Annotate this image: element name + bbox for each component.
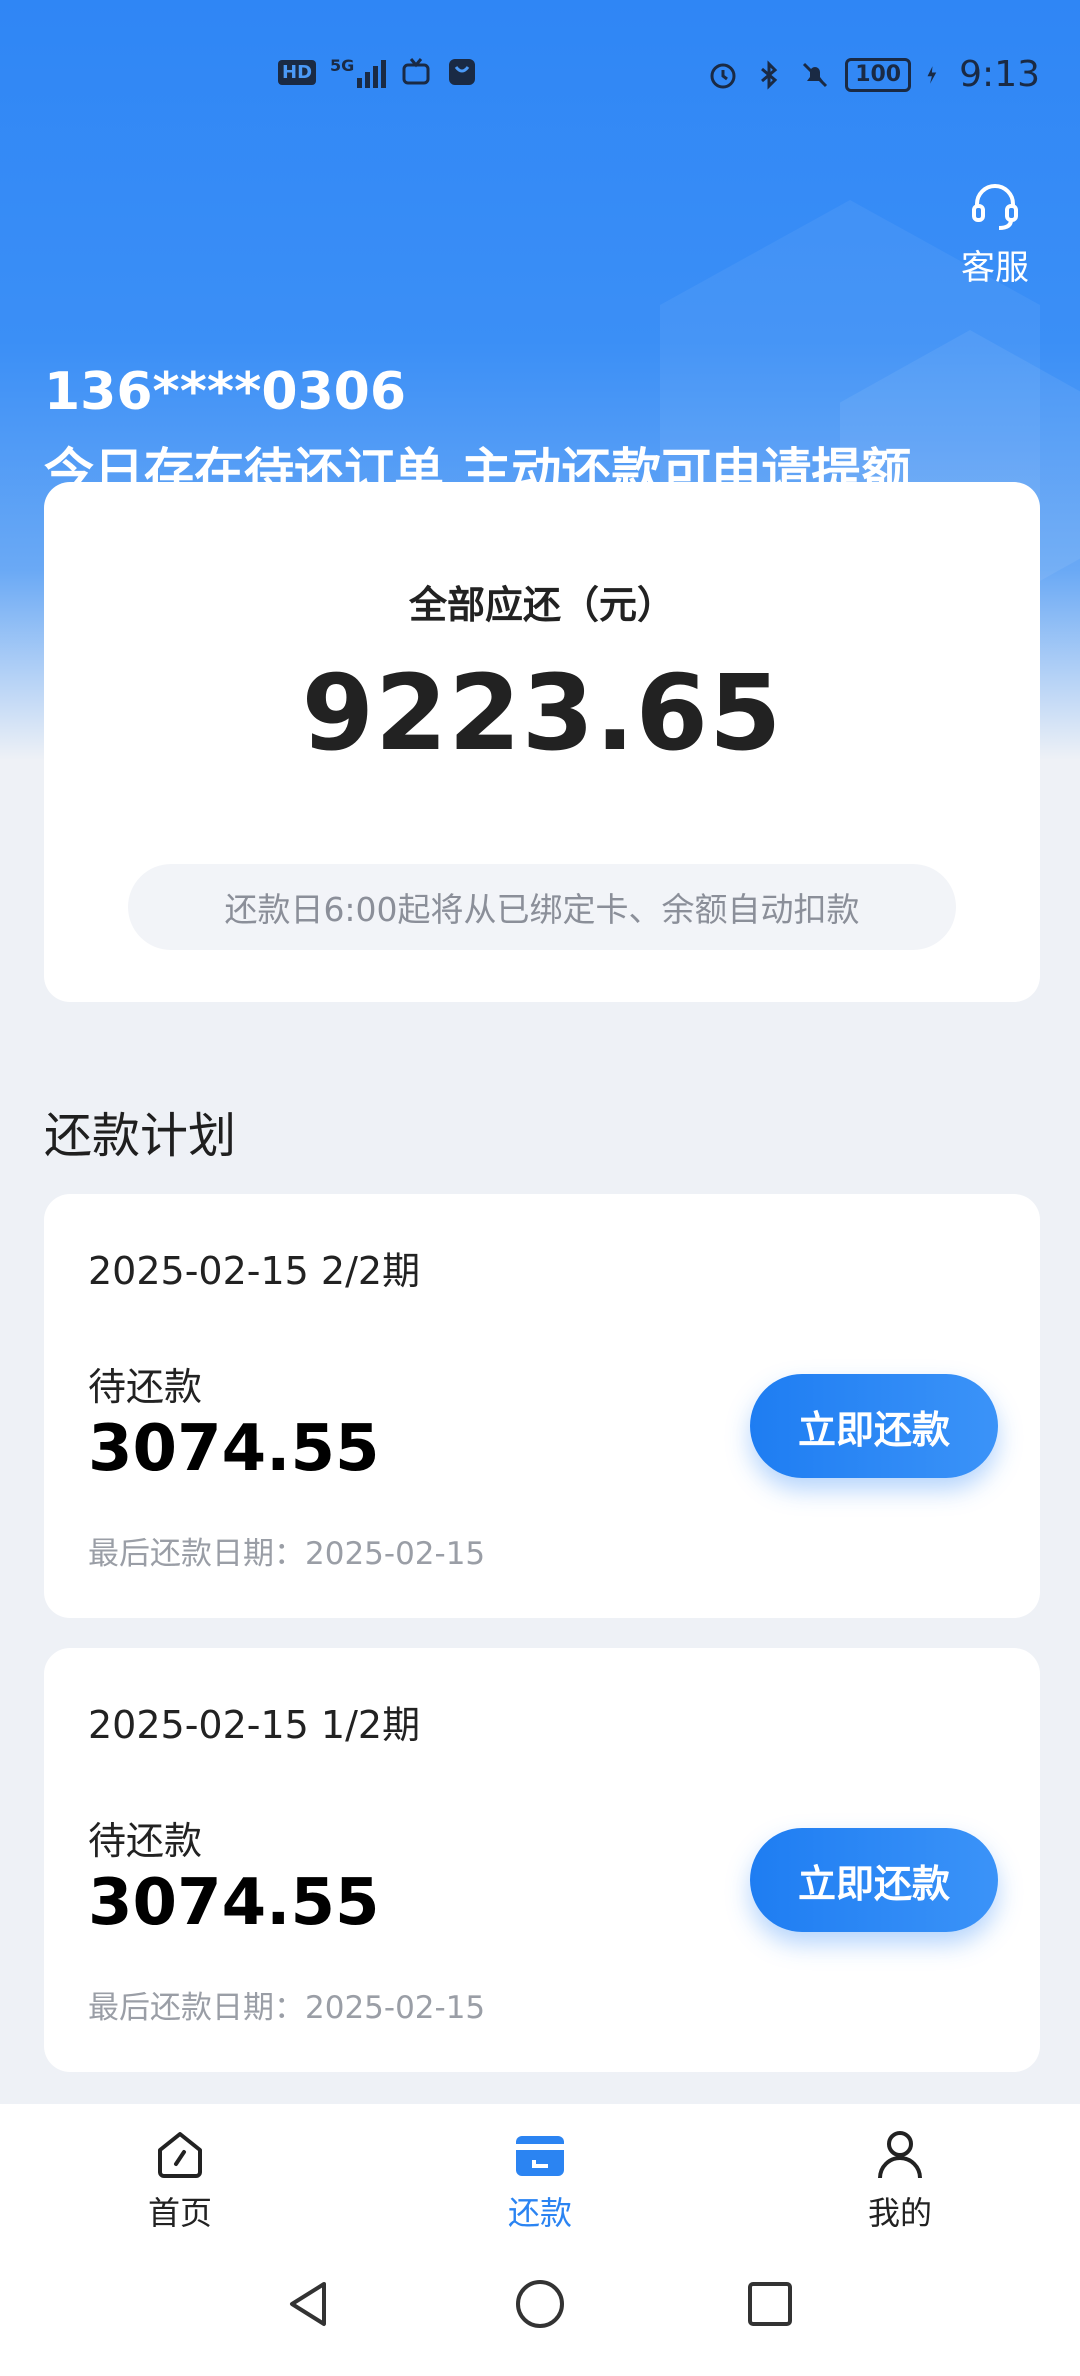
pending-amount: 3074.55 xyxy=(88,1412,380,1486)
signal-icon: 5G xyxy=(330,56,387,88)
battery-indicator: 100 xyxy=(845,57,912,92)
nav-item-repay[interactable]: 还款 xyxy=(440,2126,640,2234)
repayment-page: HD 5G 100 9:13 客服 136****0306 今日存在待还订单 主… xyxy=(0,0,1080,2376)
repay-icon xyxy=(516,2136,564,2176)
home-icon xyxy=(158,2132,202,2178)
alarm-icon xyxy=(710,63,736,88)
nav-item-mine[interactable]: 我的 xyxy=(800,2126,1000,2234)
nav-label: 还款 xyxy=(507,2194,572,2232)
home-circle-icon[interactable] xyxy=(510,2274,570,2334)
back-icon[interactable] xyxy=(278,2274,338,2334)
pending-amount: 3074.55 xyxy=(88,1866,380,1940)
repay-now-button[interactable]: 立即还款 xyxy=(750,1374,998,1478)
net-badge: 5G xyxy=(330,56,355,75)
system-navigation-bar xyxy=(0,2244,1080,2376)
status-right: 100 9:13 xyxy=(707,54,1040,95)
last-repayment-date: 最后还款日期：2025-02-15 xyxy=(88,1536,486,1572)
headset-icon xyxy=(972,184,1018,230)
pending-label: 待还款 xyxy=(88,1365,203,1409)
status-bar: HD 5G 100 9:13 xyxy=(0,0,1080,150)
last-repayment-date: 最后还款日期：2025-02-15 xyxy=(88,1990,486,2026)
customer-service-button[interactable]: 客服 xyxy=(950,178,1040,289)
auto-deduct-hint: 还款日6:00起将从已绑定卡、余额自动扣款 xyxy=(128,864,956,950)
plan-card: 2025-02-15 1/2期 待还款 3074.55 最后还款日期：2025-… xyxy=(44,1648,1040,2072)
plan-period: 2025-02-15 2/2期 xyxy=(88,1249,421,1293)
user-icon xyxy=(878,2131,922,2179)
customer-service-label: 客服 xyxy=(961,248,1029,288)
status-time: 9:13 xyxy=(959,54,1040,95)
plan-card: 2025-02-15 2/2期 待还款 3074.55 最后还款日期：2025-… xyxy=(44,1194,1040,1618)
total-due-label: 全部应还（元） xyxy=(408,583,675,627)
nav-item-home[interactable]: 首页 xyxy=(80,2126,280,2234)
status-left: HD 5G xyxy=(278,56,478,88)
bag-icon xyxy=(449,59,476,85)
bluetooth-icon xyxy=(761,59,778,90)
pending-label: 待还款 xyxy=(88,1819,203,1863)
bottom-navigation: 首页 还款 我的 xyxy=(0,2104,1080,2244)
charging-icon xyxy=(927,65,937,84)
repayment-plan-title: 还款计划 xyxy=(44,1108,237,1164)
total-due-card: 全部应还（元） 9223.65 还款日6:00起将从已绑定卡、余额自动扣款 xyxy=(44,482,1040,1002)
repayment-notice: 今日存在待还订单 主动还款可申请提额 xyxy=(44,443,912,488)
hd-badge: HD xyxy=(278,59,317,85)
plan-period: 2025-02-15 1/2期 xyxy=(88,1703,421,1747)
repay-now-button[interactable]: 立即还款 xyxy=(750,1828,998,1932)
nav-label: 我的 xyxy=(867,2194,932,2232)
nav-label: 首页 xyxy=(147,2194,212,2232)
masked-phone-number: 136****0306 xyxy=(44,362,407,422)
mute-icon xyxy=(803,62,828,87)
recent-apps-icon[interactable] xyxy=(740,2274,800,2334)
total-due-amount: 9223.65 xyxy=(301,652,783,774)
tv-icon xyxy=(402,58,430,85)
